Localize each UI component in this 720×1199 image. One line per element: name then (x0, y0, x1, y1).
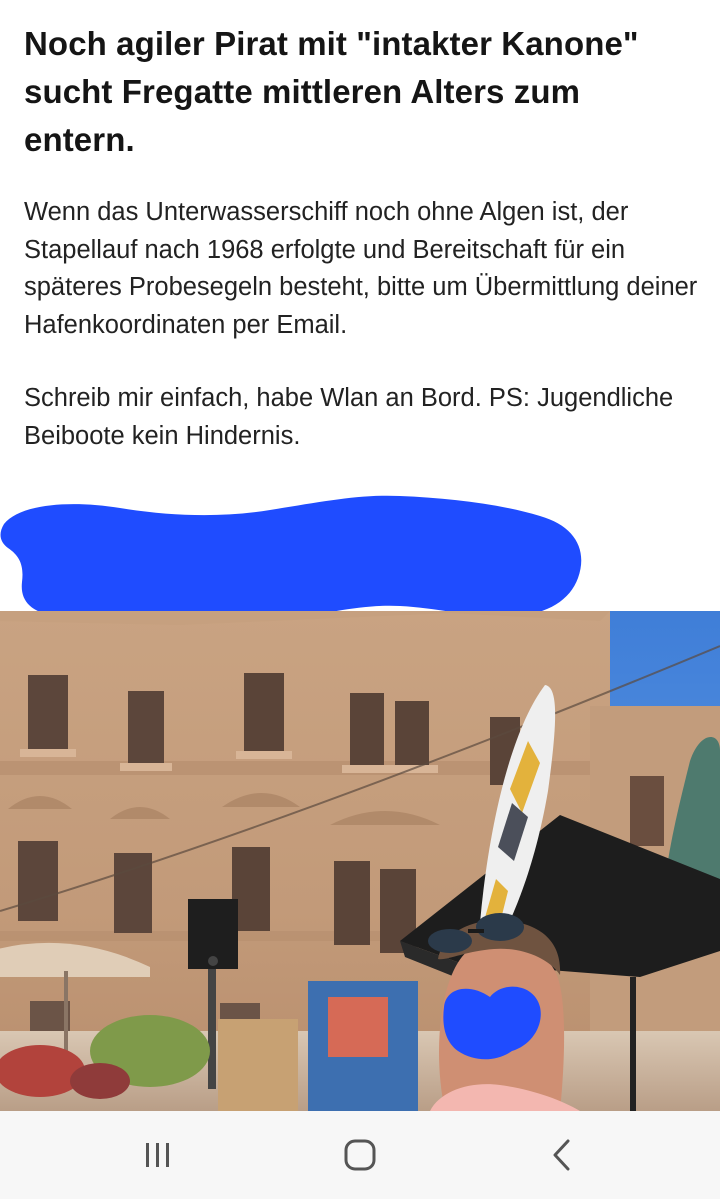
previous-content-fragment (420, 0, 510, 4)
home-icon (344, 1139, 376, 1171)
post-paragraph-2: Schreib mir einfach, habe Wlan an Bord. … (24, 384, 674, 450)
post-headline: Noch agiler Pirat mit "intakter Kanone" … (24, 25, 639, 158)
system-navigation-bar (0, 1111, 720, 1199)
home-button[interactable] (280, 1111, 440, 1199)
post-paragraph-1: Wenn das Unterwasserschiff noch ohne Alg… (24, 198, 698, 339)
recent-apps-icon (146, 1143, 169, 1167)
cropped-icons-fragment (420, 0, 510, 4)
profile-photo (0, 611, 720, 1111)
blue-redaction-scribble (0, 495, 582, 620)
back-button[interactable] (482, 1111, 642, 1199)
back-chevron-icon (553, 1139, 570, 1171)
recent-apps-button[interactable] (78, 1111, 238, 1199)
